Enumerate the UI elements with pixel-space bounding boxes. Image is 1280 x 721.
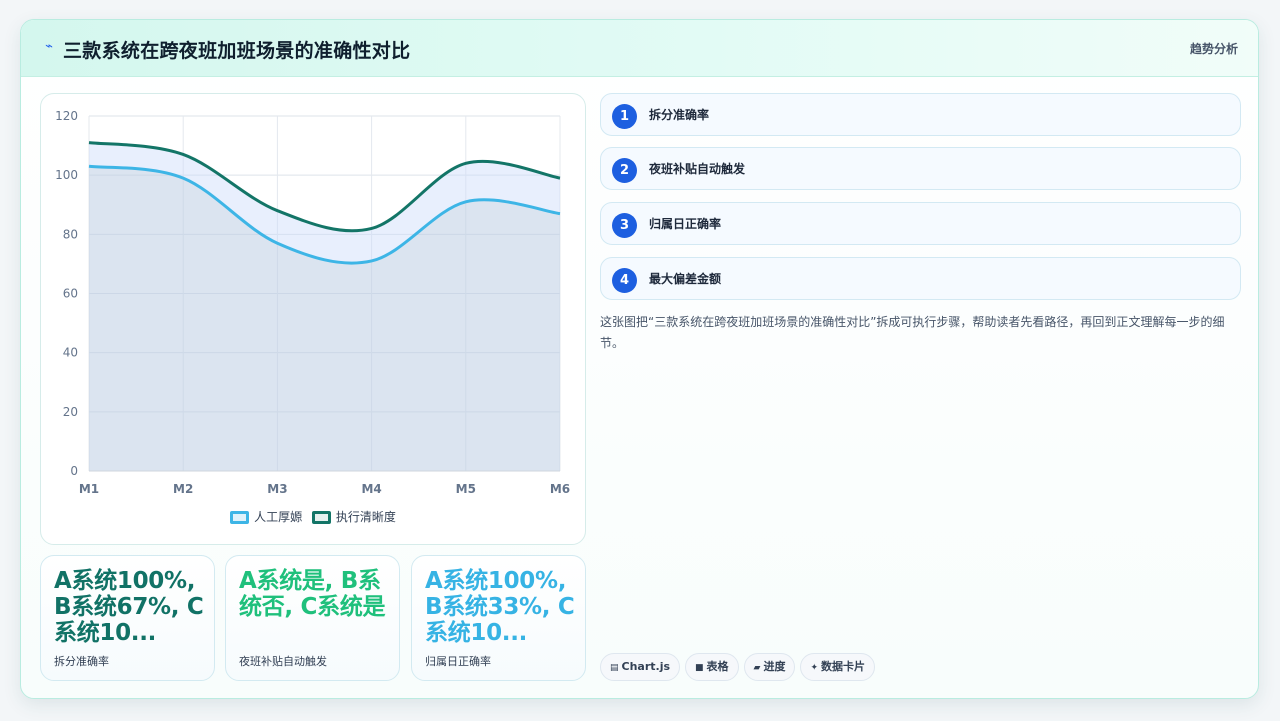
- legend-item-series-2[interactable]: 执行清晰度: [311, 508, 396, 525]
- stat-label: 拆分准确率: [54, 655, 109, 668]
- tag-label: Chart.js: [621, 660, 671, 673]
- step-item-2[interactable]: 2 夜班补贴自动触发: [600, 147, 1241, 190]
- step-item-3[interactable]: 3 归属日正确率: [600, 202, 1241, 245]
- step-label: 最大偏差金额: [649, 272, 722, 286]
- table-icon: ■: [695, 663, 704, 673]
- main-card: ⌁ 三款系统在跨夜班加班场景的准确性对比 趋势分析 0 20 40 60 80 100 12…: [20, 19, 1259, 699]
- tag-label: 表格: [706, 660, 729, 673]
- y-tick-label: 0: [70, 464, 78, 478]
- step-number-badge: 2: [612, 158, 637, 183]
- chart-legend: 人工厚嫄 执行清晰度: [41, 508, 585, 525]
- description-text: 这张图把“三款系统在跨夜班加班场景的准确性对比”拆成可执行步骤，帮助读者先看路径…: [600, 315, 1225, 350]
- card-header: ⌁ 三款系统在跨夜班加班场景的准确性对比 趋势分析: [21, 20, 1258, 77]
- legend-label-series-2: 执行清晰度: [335, 510, 396, 524]
- y-tick-label: 80: [63, 227, 78, 241]
- tag-progress[interactable]: ▰ 进度: [743, 653, 796, 681]
- x-tick-label: M3: [267, 482, 287, 496]
- stat-value: A系统是, B系统否, C系统是: [239, 568, 386, 620]
- x-tick-label: M6: [550, 482, 570, 496]
- x-tick-label: M4: [361, 482, 381, 496]
- step-item-1[interactable]: 1 拆分准确率: [600, 93, 1241, 136]
- legend-swatch-series-1: [230, 511, 250, 524]
- chart-icon: ▤: [610, 663, 619, 673]
- y-tick-label: 120: [55, 109, 78, 123]
- x-tick-label: M1: [79, 482, 99, 496]
- y-tick-label: 40: [63, 346, 78, 360]
- legend-item-series-1[interactable]: 人工厚嫄: [230, 508, 302, 525]
- stat-value: A系统100%, B系统67%, C系统10...: [54, 568, 204, 646]
- y-tick-label: 20: [63, 405, 78, 419]
- sparkle-icon: ✦: [810, 663, 819, 673]
- area-chart: 0 20 40 60 80 100 120 M1 M2 M3 M4 M5 M6: [55, 109, 570, 496]
- tag-list: ▤ Chart.js ■ 表格 ▰ 进度 ✦ 数据卡片: [600, 653, 880, 681]
- step-label: 拆分准确率: [649, 108, 710, 122]
- tag-label: 进度: [763, 660, 786, 673]
- step-label: 夜班补贴自动触发: [649, 162, 746, 176]
- legend-swatch-series-2: [311, 511, 331, 524]
- stat-card-night-subsidy: A系统是, B系统否, C系统是 夜班补贴自动触发: [225, 555, 400, 681]
- x-tick-label: M5: [456, 482, 476, 496]
- tag-chartjs[interactable]: ▤ Chart.js: [600, 653, 681, 681]
- chart-panel: 0 20 40 60 80 100 120 M1 M2 M3 M4 M5 M6 人工厚嫄 执行清晰度: [40, 93, 586, 545]
- y-tick-label: 60: [63, 287, 78, 301]
- step-number-badge: 3: [612, 213, 637, 238]
- stat-card-split-accuracy: A系统100%, B系统67%, C系统10... 拆分准确率: [40, 555, 215, 681]
- tag-data-card[interactable]: ✦ 数据卡片: [800, 653, 876, 681]
- legend-label-series-1: 人工厚嫄: [254, 510, 303, 524]
- stat-label: 夜班补贴自动触发: [239, 655, 327, 668]
- tag-table[interactable]: ■ 表格: [685, 653, 739, 681]
- x-tick-label: M2: [173, 482, 193, 496]
- y-tick-label: 100: [55, 168, 78, 182]
- step-label: 归属日正确率: [649, 217, 722, 231]
- trend-analysis-link[interactable]: 趋势分析: [1190, 40, 1238, 57]
- step-item-4[interactable]: 4 最大偏差金额: [600, 257, 1241, 300]
- trend-icon: ⌁: [45, 39, 53, 54]
- stat-card-attribution-accuracy: A系统100%, B系统33%, C系统10... 归属日正确率: [411, 555, 586, 681]
- page-title: 三款系统在跨夜班加班场景的准确性对比: [63, 40, 411, 62]
- progress-icon: ▰: [753, 663, 761, 673]
- step-number-badge: 4: [612, 268, 637, 293]
- stat-value: A系统100%, B系统33%, C系统10...: [425, 568, 575, 646]
- stat-label: 归属日正确率: [425, 655, 491, 668]
- step-number-badge: 1: [612, 104, 637, 129]
- area-fill-series-1: [89, 166, 560, 471]
- tag-label: 数据卡片: [821, 660, 866, 673]
